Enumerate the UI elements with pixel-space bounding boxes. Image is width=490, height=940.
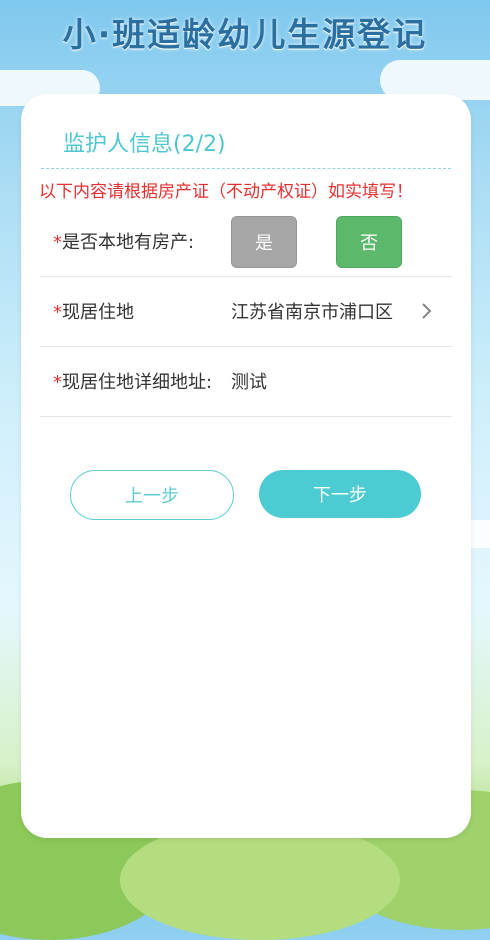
address-detail-input[interactable]: 测试 <box>231 368 267 394</box>
form-card: 监护人信息(2/2) 以下内容请根据房产证（不动产权证）如实填写！ *是否本地有… <box>21 94 471 838</box>
app-title: 小·班适龄幼儿生源登记 <box>62 15 428 54</box>
address-detail-row: *现居住地详细地址: 测试 <box>40 346 452 417</box>
address-detail-label: *现居住地详细地址: <box>53 368 212 394</box>
has-property-row: *是否本地有房产: 是 否 <box>40 206 452 277</box>
residence-row[interactable]: *现居住地 江苏省南京市浦口区 <box>40 276 452 347</box>
address-detail-label-text: 现居住地详细地址: <box>62 372 213 393</box>
chevron-right-icon[interactable] <box>416 301 436 321</box>
section-title: 监护人信息(2/2) <box>63 132 226 157</box>
required-mark: * <box>53 372 62 393</box>
section-divider <box>41 168 451 169</box>
property-yes-button[interactable]: 是 <box>231 216 297 268</box>
has-property-label: *是否本地有房产: <box>53 228 194 254</box>
next-step-button[interactable]: 下一步 <box>259 470 421 518</box>
property-no-button[interactable]: 否 <box>336 216 402 268</box>
notice-text: 以下内容请根据房产证（不动产权证）如实填写！ <box>39 182 413 202</box>
prev-step-button[interactable]: 上一步 <box>70 470 234 520</box>
residence-label: *现居住地 <box>53 298 134 324</box>
residence-value[interactable]: 江苏省南京市浦口区 <box>231 298 393 324</box>
required-mark: * <box>53 232 62 253</box>
required-mark: * <box>53 302 62 323</box>
has-property-label-text: 是否本地有房产: <box>62 232 195 253</box>
residence-label-text: 现居住地 <box>62 302 134 323</box>
